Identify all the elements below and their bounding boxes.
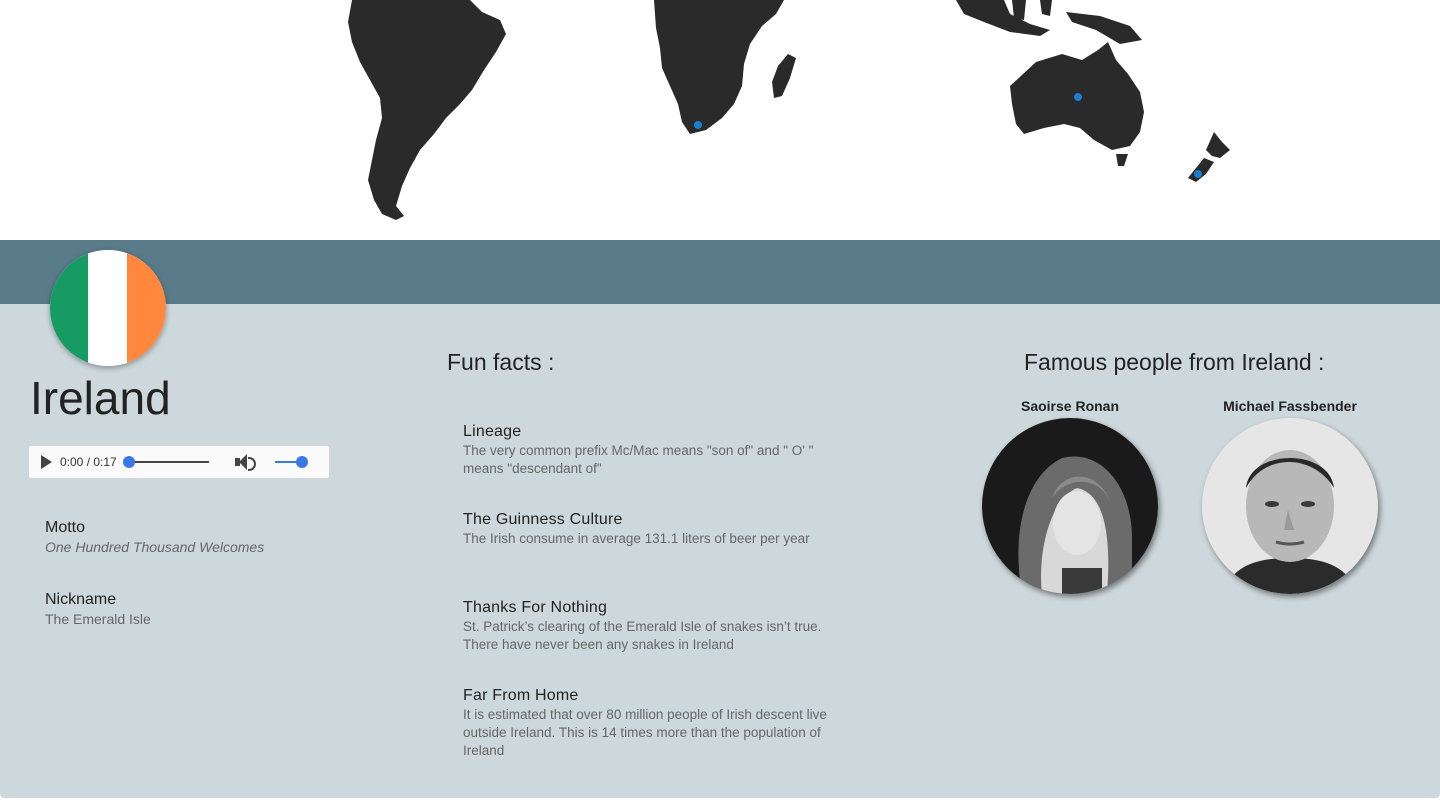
person-card[interactable]: Michael Fassbender [1190,398,1390,594]
motto-value: One Hundred Thousand Welcomes [45,539,265,555]
fact-text: It is estimated that over 80 million peo… [463,707,827,758]
seek-handle[interactable] [122,456,135,468]
fact-item: Thanks For Nothing St. Patrick’s clearin… [463,598,853,654]
ireland-flag [50,250,166,366]
person-card[interactable]: Saoirse Ronan [970,398,1170,594]
person-name: Michael Fassbender [1223,398,1357,414]
person-name: Saoirse Ronan [1020,398,1120,414]
nickname-label: Nickname [45,591,117,608]
tasmania-landmass [1116,154,1128,166]
anthem-audio-player[interactable]: 0:00 / 0:17 [29,446,329,478]
fact-text: St. Patrick’s clearing of the Emerald Is… [463,619,822,652]
indonesia-landmass [956,0,1142,44]
flag-orange-stripe [126,250,166,366]
fact-text: The very common prefix Mc/Mac means "son… [463,443,814,476]
flag-green-stripe [50,250,90,366]
person-photo[interactable] [1202,418,1378,594]
south-america-landmass [348,0,506,220]
south-africa-marker[interactable] [694,121,702,129]
motto-label: Motto [45,519,86,536]
fact-item: Far From Home It is estimated that over … [463,686,853,760]
volume-icon[interactable] [233,452,256,472]
madagascar-landmass [772,54,796,98]
fun-facts-title: Fun facts : [447,349,555,375]
famous-people-title: Famous people from Ireland : [1024,349,1325,375]
audio-time: 0:00 / 0:17 [60,455,117,469]
nickname-block: Nickname The Emerald Isle [45,590,151,628]
new-zealand-marker[interactable] [1194,170,1202,178]
person-photo[interactable] [982,418,1158,594]
fact-item: Lineage The very common prefix Mc/Mac me… [463,422,853,478]
fact-item: The Guinness Culture The Irish consume i… [463,510,853,548]
volume-handle[interactable] [295,456,308,468]
australia-marker[interactable] [1074,93,1082,101]
volume-slider[interactable] [274,456,308,468]
motto-block: Motto One Hundred Thousand Welcomes [45,518,264,556]
flag-white-stripe [88,250,128,366]
fact-title: Far From Home [463,687,579,704]
africa-landmass [654,0,784,134]
country-name: Ireland [30,372,171,424]
fact-title: Thanks For Nothing [463,599,608,616]
audio-seek-bar[interactable] [122,456,209,468]
fact-text: The Irish consume in average 131.1 liter… [463,531,810,546]
world-map-svg [348,0,1230,220]
nickname-value: The Emerald Isle [45,611,151,627]
world-map[interactable] [0,0,1440,240]
fact-title: The Guinness Culture [463,511,623,528]
play-icon[interactable] [41,455,52,469]
header-band [0,240,1440,304]
fact-title: Lineage [463,423,522,440]
